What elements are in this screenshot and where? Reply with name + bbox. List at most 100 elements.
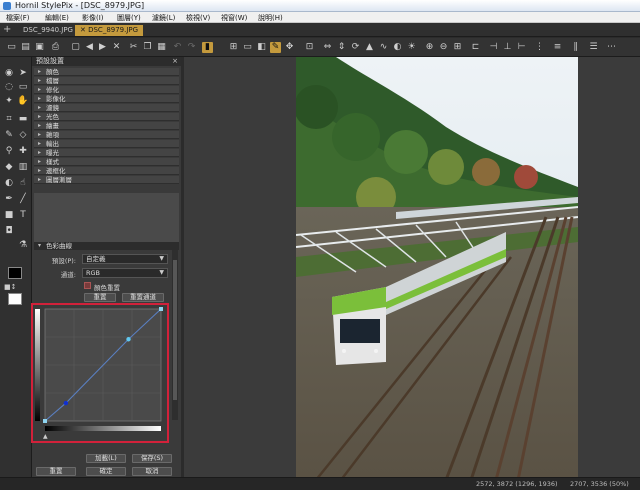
stamp-icon[interactable]: ⚲	[3, 145, 15, 157]
new-file-icon[interactable]: ▭	[6, 42, 17, 53]
panel-scrollbar-thumb[interactable]	[173, 260, 177, 400]
align-right-icon[interactable]: ⊢	[516, 42, 527, 53]
section-light[interactable]: 光色	[34, 113, 179, 121]
prev-image-icon[interactable]: ◀	[84, 42, 95, 53]
ok-button[interactable]: 確定	[86, 467, 126, 476]
reset-button[interactable]: 重置	[84, 293, 116, 302]
frame-icon[interactable]: ▢	[70, 42, 81, 53]
camera-icon[interactable]: ◘	[3, 225, 15, 237]
menu-layer[interactable]: 圖層(Y)	[117, 13, 141, 23]
blur-icon[interactable]: ◐	[3, 177, 15, 189]
layer-icon[interactable]: ◧	[256, 42, 267, 53]
next-image-icon[interactable]: ▶	[97, 42, 108, 53]
save-preset-button[interactable]: 保存(S)	[132, 454, 172, 463]
grid-icon[interactable]: ⊞	[228, 42, 239, 53]
shape-icon[interactable]: ■	[3, 209, 15, 221]
tab-close-icon[interactable]: ✕	[80, 26, 88, 34]
section-border[interactable]: 邊框化	[34, 167, 179, 175]
distribute-icon[interactable]: ⋮	[534, 42, 545, 53]
eraser-icon[interactable]: ◇	[17, 129, 29, 141]
rect-select-icon[interactable]: ▭	[242, 42, 253, 53]
marquee-icon[interactable]: ▭	[17, 81, 29, 93]
text-tool-icon[interactable]: T	[17, 209, 29, 221]
curve-section-header[interactable]: 色彩曲線	[34, 242, 179, 250]
level-icon[interactable]: ▲	[364, 42, 375, 53]
flip-horizontal-icon[interactable]: ⇔	[322, 42, 333, 53]
stack-icon[interactable]: ≡	[552, 42, 563, 53]
channel-dropdown[interactable]: RGB ▼	[82, 268, 168, 278]
reset-channel-button[interactable]: 重置通道	[122, 293, 164, 302]
tab-dsc-8979[interactable]: ✕ DSC_8979.JPG	[75, 25, 144, 36]
panel-scrollbar[interactable]	[172, 250, 178, 420]
crop-tool-icon[interactable]: ⌗	[3, 113, 15, 125]
save-icon[interactable]: ▣	[34, 42, 45, 53]
section-layer-gradient[interactable]: 圖層漸層	[34, 176, 179, 184]
gradient-icon[interactable]: ▥	[17, 161, 29, 173]
hand-icon[interactable]: ✋	[17, 95, 29, 107]
line-icon[interactable]: ╱	[17, 193, 29, 205]
pointer-icon[interactable]: ➤	[17, 67, 29, 79]
crop-icon[interactable]: ⊏	[470, 42, 481, 53]
preset-dropdown[interactable]: 自定義 ▼	[82, 254, 168, 264]
swap-colors-icon[interactable]: ■↕	[4, 283, 16, 291]
menu-window[interactable]: 視窗(W)	[221, 13, 247, 23]
foreground-color-swatch[interactable]	[8, 267, 22, 279]
heal-icon[interactable]: ✚	[17, 145, 29, 157]
bucket-icon[interactable]: ◆	[3, 161, 15, 173]
tab-dsc-9940[interactable]: DSC_9940.JPG	[18, 25, 78, 36]
transform-icon[interactable]: ⊡	[304, 42, 315, 53]
section-filter[interactable]: 濾鏡	[34, 104, 179, 112]
rotate-icon[interactable]: ⟳	[350, 42, 361, 53]
smudge-icon[interactable]: ☝	[17, 177, 29, 189]
black-point-marker-icon[interactable]: ▲	[43, 433, 48, 440]
brush-icon[interactable]: ✎	[3, 129, 15, 141]
section-paint[interactable]: 繪畫	[34, 122, 179, 130]
zoom-in-icon[interactable]: ⊕	[424, 42, 435, 53]
section-image[interactable]: 影像化	[34, 95, 179, 103]
curve-graph[interactable]: ▲	[33, 305, 167, 441]
menu-filter[interactable]: 濾鏡(L)	[152, 13, 175, 23]
section-modify[interactable]: 修化	[34, 86, 179, 94]
align-center-icon[interactable]: ⊥	[502, 42, 513, 53]
rows-icon[interactable]: ☰	[588, 42, 599, 53]
eye-icon[interactable]: ◉	[3, 67, 15, 79]
print-icon[interactable]: ⎙	[50, 42, 61, 53]
menu-image[interactable]: 影像(I)	[82, 13, 104, 23]
copy-icon[interactable]: ❐	[142, 42, 153, 53]
open-folder-icon[interactable]: ▤	[20, 42, 31, 53]
photo-canvas[interactable]	[296, 57, 578, 480]
curve-control-point[interactable]	[43, 419, 47, 423]
pen-icon[interactable]: ✒	[3, 193, 15, 205]
ruler-icon[interactable]: ▬	[17, 113, 29, 125]
section-output[interactable]: 輸出	[34, 140, 179, 148]
undo-icon[interactable]: ↶	[172, 42, 183, 53]
curve-control-point[interactable]	[63, 400, 69, 406]
background-color-swatch[interactable]	[8, 293, 22, 305]
section-color[interactable]: 顏色	[34, 68, 179, 76]
color-reset-checkbox[interactable]	[84, 282, 91, 289]
zoom-out-icon[interactable]: ⊖	[438, 42, 449, 53]
magic-wand-icon[interactable]: ✦	[3, 95, 15, 107]
move-tool-icon[interactable]: ✥	[284, 42, 295, 53]
panel-close-icon[interactable]: ×	[172, 57, 178, 66]
columns-icon[interactable]: ∥	[570, 42, 581, 53]
section-misc[interactable]: 雜項	[34, 131, 179, 139]
cut-icon[interactable]: ✂	[128, 42, 139, 53]
menu-view[interactable]: 檢視(V)	[186, 13, 210, 23]
close-image-icon[interactable]: ✕	[111, 42, 122, 53]
curve-icon[interactable]: ∿	[378, 42, 389, 53]
panel-toggle-icon[interactable]: ▮	[202, 42, 213, 53]
curve-control-point[interactable]	[159, 307, 163, 311]
brush-tool-icon[interactable]: ✎	[270, 42, 281, 53]
paste-icon[interactable]: ▦	[156, 42, 167, 53]
section-layer[interactable]: 檔層	[34, 77, 179, 85]
hue-icon[interactable]: ◐	[392, 42, 403, 53]
redo-icon[interactable]: ↷	[186, 42, 197, 53]
align-left-icon[interactable]: ⊣	[488, 42, 499, 53]
fit-icon[interactable]: ⊞	[452, 42, 463, 53]
menu-file[interactable]: 檔案(F)	[6, 13, 30, 23]
menu-help[interactable]: 說明(H)	[258, 13, 283, 23]
new-tab-icon[interactable]: +	[3, 24, 11, 35]
cancel-button[interactable]: 取消	[132, 467, 172, 476]
flip-vertical-icon[interactable]: ⇕	[336, 42, 347, 53]
